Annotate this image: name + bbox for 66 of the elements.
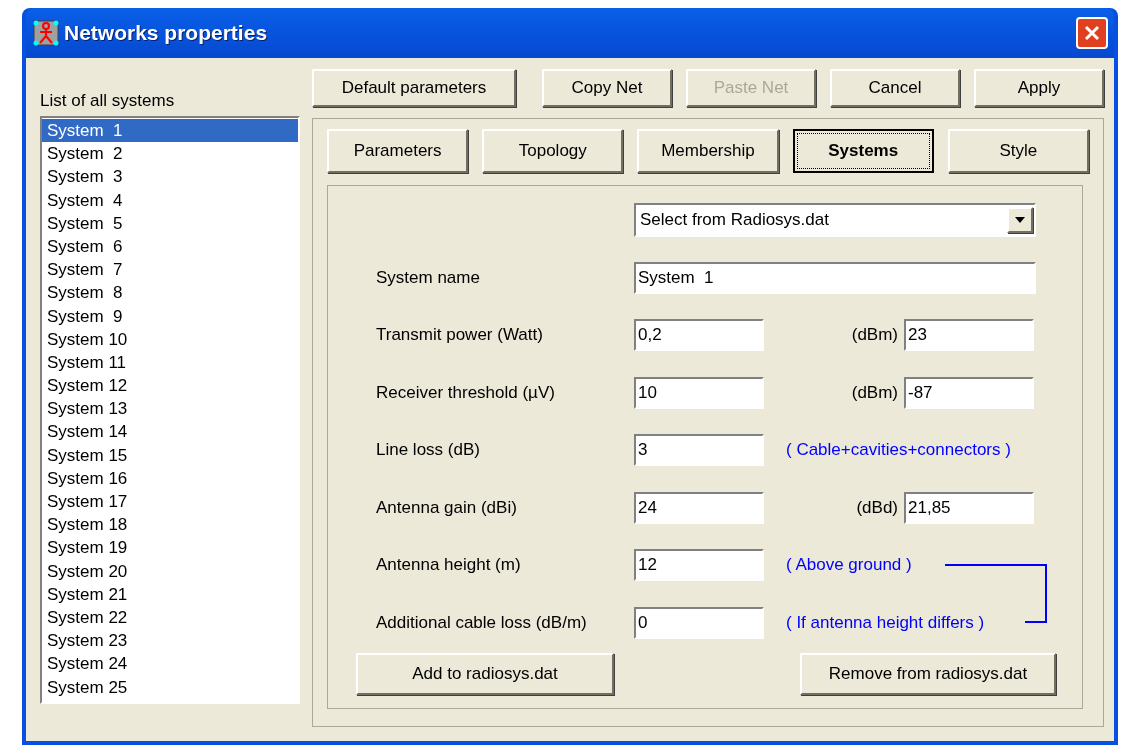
list-item[interactable]: System 18 (42, 513, 298, 537)
field-label: Transmit power (Watt) (376, 324, 544, 347)
list-item[interactable]: System 8 (42, 281, 298, 305)
input-field[interactable]: 12 (634, 549, 764, 581)
list-item[interactable]: System 5 (42, 211, 298, 235)
list-item[interactable]: System 9 (42, 304, 298, 328)
tab-button[interactable]: Systems (792, 129, 934, 173)
action-button[interactable]: Remove from radiosys.dat (800, 652, 1056, 695)
list-item[interactable]: System 20 (42, 559, 298, 583)
list-item[interactable]: System 1 (42, 119, 298, 143)
tab-button[interactable]: Style (947, 129, 1089, 173)
list-item[interactable]: System 2 (42, 142, 298, 166)
field-label: Receiver threshold (µV) (376, 381, 556, 404)
input-field[interactable]: 24 (634, 491, 764, 524)
toolbar-button[interactable]: Copy Net (542, 69, 672, 107)
list-item[interactable]: System 7 (42, 258, 298, 282)
input-field[interactable]: 23 (904, 319, 1034, 351)
unit-label: (dBm) (850, 324, 899, 347)
unit-label: (dBd) (855, 496, 899, 519)
window-title: Networks properties (64, 20, 268, 47)
list-label: List of all systems (40, 90, 176, 112)
list-item[interactable]: System 23 (42, 629, 298, 653)
list-item[interactable]: System 4 (42, 188, 298, 212)
list-item[interactable]: System 11 (42, 350, 298, 375)
input-field[interactable]: 10 (634, 376, 764, 409)
input-field[interactable]: 3 (634, 434, 764, 466)
unit-label: (dBm) (850, 381, 899, 404)
close-icon (1084, 25, 1100, 41)
list-item[interactable]: System 17 (42, 490, 298, 514)
hint-text: ( Cable+cavities+connectors ) (786, 439, 1011, 462)
list-item[interactable]: System 13 (42, 397, 298, 421)
tab-button[interactable]: Parameters (327, 129, 469, 173)
field-label: Antenna height (m) (376, 554, 522, 577)
network-icon (32, 19, 60, 47)
toolbar-button[interactable]: Apply (974, 69, 1104, 107)
field-label: Antenna gain (dBi) (376, 496, 518, 519)
field-label: Line loss (dB) (376, 439, 481, 462)
hint-text: ( If antenna height differs ) (786, 611, 985, 634)
list-item[interactable]: System 15 (42, 443, 298, 467)
dropdown-caret-icon[interactable] (1007, 207, 1033, 233)
dropdown[interactable]: Select from Radiosys.dat (634, 203, 1036, 237)
input-field[interactable]: 0 (634, 606, 764, 639)
list-item[interactable]: System 16 (42, 466, 298, 490)
field-label: Additional cable loss (dB/m) (376, 611, 588, 634)
list-item[interactable]: System 22 (42, 605, 298, 630)
list-item[interactable]: System 10 (42, 327, 298, 351)
action-button[interactable]: Add to radiosys.dat (356, 652, 614, 695)
list-item[interactable]: System 6 (42, 234, 298, 259)
list-item[interactable]: System 12 (42, 374, 298, 398)
list-item[interactable]: System 19 (42, 536, 298, 560)
input-field[interactable]: 21,85 (904, 491, 1034, 524)
list-item[interactable]: System 3 (42, 165, 298, 189)
toolbar-button[interactable]: Default parameters (312, 69, 516, 107)
list-item[interactable]: System 24 (42, 652, 298, 676)
list-item[interactable]: System 25 (42, 675, 298, 699)
tab-button[interactable]: Topology (482, 129, 624, 173)
input-field[interactable]: 0,2 (634, 319, 764, 351)
list-item[interactable]: System 21 (42, 582, 298, 606)
hint-text: ( Above ground ) (786, 554, 912, 577)
input-field[interactable]: System 1 (634, 261, 1036, 294)
tab-button[interactable]: Membership (637, 129, 779, 173)
toolbar-button[interactable]: Cancel (830, 69, 960, 107)
input-field[interactable]: -87 (904, 376, 1034, 409)
list-item[interactable]: System 14 (42, 420, 298, 444)
close-button[interactable] (1076, 17, 1108, 49)
field-label: System name (376, 266, 481, 289)
